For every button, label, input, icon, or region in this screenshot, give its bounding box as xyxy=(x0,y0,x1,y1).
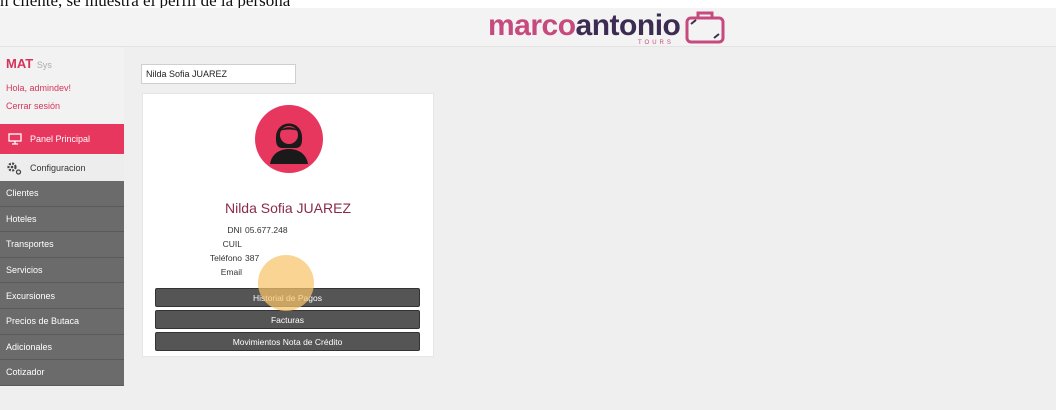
sidebar-item-precios-de-butaca[interactable]: Precios de Butaca xyxy=(0,308,124,335)
cuil-label: CUIL xyxy=(222,239,242,249)
sidebar-item-hoteles[interactable]: Hoteles xyxy=(0,206,124,233)
logout-link[interactable]: Cerrar sesión xyxy=(6,101,60,111)
video-caption: n cliente, se muestra el perfil de la pe… xyxy=(0,0,1056,8)
dni-value: 05.677.248 xyxy=(245,225,288,235)
sidebar-item-adicionales[interactable]: Adicionales xyxy=(0,334,124,361)
app-brand: MAT Sys xyxy=(6,56,52,71)
suitcase-icon xyxy=(685,11,725,44)
gears-icon xyxy=(7,162,22,175)
monitor-icon xyxy=(8,133,22,145)
sidebar-item-panel-principal[interactable]: Panel Principal xyxy=(0,124,124,154)
user-avatar-icon xyxy=(255,105,323,173)
invoices-button[interactable]: Facturas xyxy=(155,310,420,329)
logo-marco-text: marco xyxy=(488,9,576,42)
sidebar-item-configuracion[interactable]: Configuracion xyxy=(0,155,124,182)
phone-label: Teléfono xyxy=(209,253,242,263)
profile-name: Nilda Sofia JUAREZ xyxy=(224,200,352,216)
company-logo: marcoantonio TOURS xyxy=(488,10,726,46)
sidebar-item-clientes[interactable]: Clientes xyxy=(0,181,124,207)
sidebar-menu: Clientes Hoteles Transportes Servicios E… xyxy=(0,181,124,386)
dni-label: DNI xyxy=(227,225,242,235)
email-label: Email xyxy=(220,267,242,277)
sidebar-item-cotizador[interactable]: Cotizador xyxy=(0,360,124,386)
user-greeting: Hola, admindev! xyxy=(6,83,72,93)
phone-value: 387 xyxy=(245,253,260,263)
logo-tours-text: TOURS xyxy=(638,40,674,46)
sidebar-item-label: Panel Principal xyxy=(30,134,91,144)
brand-suffix: Sys xyxy=(36,60,52,70)
sidebar-item-servicios[interactable]: Servicios xyxy=(0,257,124,284)
payment-history-button[interactable]: Historial de Pagos xyxy=(155,288,420,307)
sidebar-item-transportes[interactable]: Transportes xyxy=(0,232,124,258)
logo-antonio-text: antonio xyxy=(575,9,681,42)
sidebar-item-excursiones[interactable]: Excursiones xyxy=(0,283,124,309)
client-search-input[interactable] xyxy=(141,64,296,84)
top-header: marcoantonio TOURS xyxy=(0,8,1056,47)
credit-note-movements-button[interactable]: Movimientos Nota de Crédito xyxy=(155,332,420,351)
sidebar-item-label: Configuracion xyxy=(30,163,86,173)
